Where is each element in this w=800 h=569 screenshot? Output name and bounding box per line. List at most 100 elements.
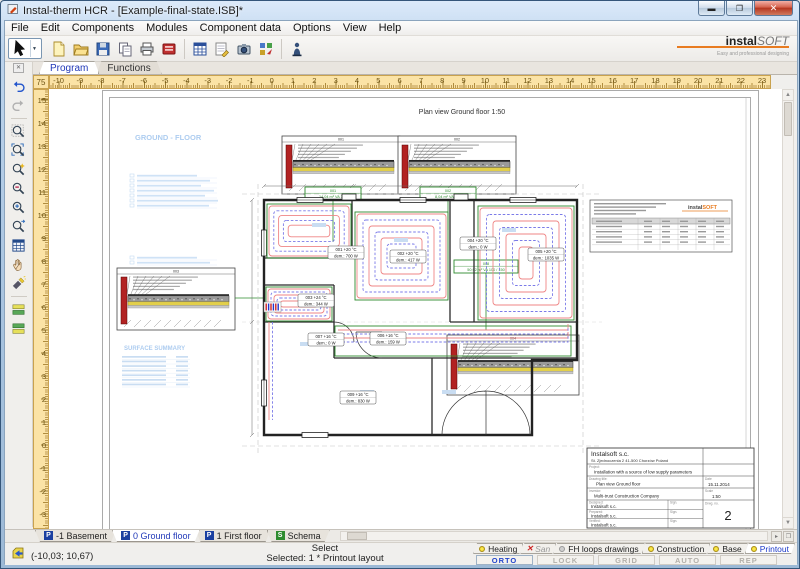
manifold[interactable] <box>264 302 281 312</box>
h-ruler-number: -10 <box>49 76 69 85</box>
maximize-button[interactable]: ❐ <box>726 1 753 16</box>
room-label[interactable]: 007 +16 °Cdem.: 0 W <box>308 333 344 346</box>
zoom-previous-button[interactable] <box>9 217 29 236</box>
print-button[interactable] <box>136 38 158 60</box>
zoom-dynamic-button[interactable] <box>9 160 29 179</box>
save-file-button[interactable] <box>92 38 114 60</box>
menu-options[interactable]: Options <box>287 22 337 34</box>
h-ruler-number: 22 <box>731 76 751 85</box>
toggle-orto[interactable]: ORTO <box>476 555 533 565</box>
toggle-grid[interactable]: GRID <box>598 555 655 565</box>
printout-page[interactable]: Plan view Ground floor 1:50GROUND - FLOO… <box>102 90 759 529</box>
zoom-in-icon <box>11 200 26 215</box>
scroll-right-button[interactable]: ▸ <box>771 531 782 542</box>
svg-text:003 +24 °C: 003 +24 °C <box>305 295 326 300</box>
back-navigation-icon[interactable] <box>11 547 26 563</box>
v-ruler-number: 12 <box>34 165 46 174</box>
scroll-down-arrow[interactable]: ▼ <box>783 517 793 528</box>
horizontal-scroll-thumb[interactable] <box>347 532 367 540</box>
svg-text:004: 004 <box>510 337 516 341</box>
layer-bulb-icon <box>713 546 719 552</box>
h-ruler-number: -4 <box>176 76 196 85</box>
menu-components[interactable]: Components <box>66 22 140 34</box>
menu-file[interactable]: File <box>5 22 35 34</box>
horizontal-scrollbar[interactable] <box>340 531 768 541</box>
room-label[interactable]: 002 +20 °Cdem.: 417 W <box>390 250 426 263</box>
surface-summary-heading: SURFACE SUMMARY <box>124 346 185 352</box>
pan-hand-button[interactable] <box>9 255 29 274</box>
menu-modules[interactable]: Modules <box>140 22 194 34</box>
zoom-window-button[interactable] <box>9 141 29 160</box>
layer-tab-san[interactable]: ✕San <box>520 543 556 554</box>
sheet-tab-0-ground-floor[interactable]: P0 Ground floor <box>112 530 200 542</box>
vertical-ruler: 1514131211109876543210-1-2-3-4 <box>33 89 49 529</box>
select-tool-dropdown[interactable]: ▼ <box>30 40 38 57</box>
svg-text:002: 002 <box>445 189 451 193</box>
layer-lower-button[interactable] <box>9 319 29 338</box>
undo-icon <box>11 79 26 94</box>
undo-button[interactable] <box>9 77 29 96</box>
menu-component-data[interactable]: Component data <box>194 22 287 34</box>
data-table-button[interactable] <box>9 236 29 255</box>
scroll-up-arrow[interactable]: ▲ <box>783 90 793 101</box>
layer-tab-printout[interactable]: Printout <box>745 543 795 554</box>
room-label[interactable]: 005 +20 °Cdem.: 1035 W <box>528 248 564 261</box>
open-file-button[interactable] <box>70 38 92 60</box>
layer-bulb-icon <box>648 546 654 552</box>
panel-close-button[interactable]: ✕ <box>13 63 24 73</box>
h-ruler-number: 23 <box>752 76 772 85</box>
layer-tab-fh-loops-drawings[interactable]: FH loops drawings <box>553 543 644 554</box>
menu-help[interactable]: Help <box>373 22 408 34</box>
svg-text:dem.: 159 W: dem.: 159 W <box>376 339 400 344</box>
drawing-canvas[interactable]: Plan view Ground floor 1:50GROUND - FLOO… <box>49 89 782 529</box>
diagram-manager-icon <box>258 41 274 57</box>
sheet-tab-label: 0 Ground floor <box>133 531 191 541</box>
room-label[interactable]: 004 +20 °Cdem.: 0 W <box>460 237 496 250</box>
layer-tab-base[interactable]: Base <box>707 543 747 554</box>
restore-view-button[interactable]: ❐ <box>783 531 794 542</box>
zoom-all-button[interactable] <box>9 122 29 141</box>
about-button[interactable] <box>286 38 308 60</box>
v-ruler-number: 7 <box>34 280 46 289</box>
tab-program[interactable]: Program <box>39 61 99 74</box>
toggle-auto[interactable]: AUTO <box>659 555 716 565</box>
room-label[interactable]: 009 +16 °Cdem.: 830 W <box>340 391 376 404</box>
select-tool-button[interactable]: ▼ <box>8 38 42 59</box>
zoom-out-button[interactable] <box>9 179 29 198</box>
close-button[interactable]: ✕ <box>754 1 793 16</box>
layer-tab-construction[interactable]: Construction <box>642 543 711 554</box>
layer-upper-button[interactable] <box>9 300 29 319</box>
zoom-in-button[interactable] <box>9 198 29 217</box>
h-ruler-number: 12 <box>518 76 538 85</box>
new-file-button[interactable] <box>48 38 70 60</box>
sheet-tab-1-first-floor[interactable]: P1 First floor <box>196 530 271 542</box>
menu-view[interactable]: View <box>337 22 373 34</box>
vertical-scrollbar[interactable]: ▲ ▼ <box>782 89 794 529</box>
sheet-tab--1-basement[interactable]: P-1 Basement <box>35 530 116 542</box>
toggle-lock[interactable]: LOCK <box>537 555 594 565</box>
toolbar: ▼ instalSOFT Easy and professional desig… <box>5 36 797 62</box>
sheet-tab-schema[interactable]: SSchema <box>267 530 330 542</box>
svg-text:St. Zjednoczenia 2 41-500 Chor: St. Zjednoczenia 2 41-500 Chorzów Poland <box>591 458 668 463</box>
room-label[interactable]: 003 +24 °Cdem.: 344 W <box>298 294 334 307</box>
svg-text:006 +16 °C: 006 +16 °C <box>377 333 398 338</box>
toggle-rep[interactable]: REP <box>720 555 777 565</box>
database-button[interactable] <box>158 38 180 60</box>
layer-tab-heating[interactable]: Heating <box>473 543 523 554</box>
redo-button[interactable] <box>9 96 29 115</box>
diagram-manager-button[interactable] <box>255 38 277 60</box>
svg-text:Sign.: Sign. <box>670 510 677 514</box>
gallery-button[interactable] <box>233 38 255 60</box>
menu-edit[interactable]: Edit <box>35 22 66 34</box>
calculations-button[interactable] <box>189 38 211 60</box>
vertical-scroll-thumb[interactable] <box>784 102 792 136</box>
data-tables-button[interactable] <box>211 38 233 60</box>
titlebar[interactable]: Instal-therm HCR - [Example-final-state.… <box>1 1 799 20</box>
minimize-button[interactable]: ▬ <box>698 1 725 16</box>
database-icon <box>161 41 177 57</box>
highlighter-button[interactable] <box>9 274 29 293</box>
room-label[interactable]: 006 +16 °Cdem.: 159 W <box>370 332 406 345</box>
copy-button[interactable] <box>114 38 136 60</box>
room-label[interactable]: 001 +20 °Cdem.: 700 W <box>328 246 364 259</box>
tab-functions[interactable]: Functions <box>96 61 161 74</box>
